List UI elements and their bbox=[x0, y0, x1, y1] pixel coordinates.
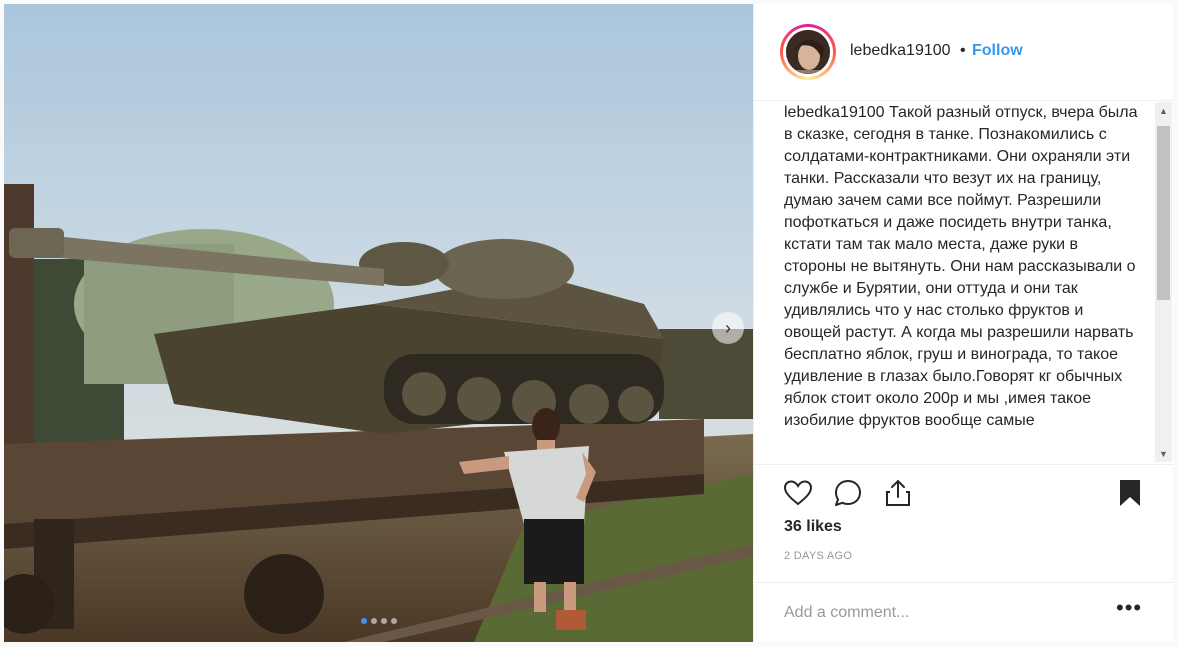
carousel-dot bbox=[380, 618, 387, 624]
scroll-up-arrow-icon[interactable]: ▲ bbox=[1155, 102, 1172, 119]
caption-username[interactable]: lebedka19100 bbox=[784, 104, 885, 121]
instagram-post-window: › lebedka19100 • Follow lebedka19100 Так… bbox=[0, 0, 1178, 647]
caption-scrollbar[interactable]: ▲ ▼ bbox=[1155, 102, 1172, 462]
username-link[interactable]: lebedka19100 bbox=[850, 42, 951, 60]
bookmark-icon[interactable] bbox=[1114, 477, 1146, 509]
chevron-right-icon: › bbox=[725, 317, 731, 338]
photo-illustration bbox=[4, 4, 753, 642]
likes-count[interactable]: 36 likes bbox=[784, 518, 842, 536]
carousel-indicators bbox=[4, 618, 753, 624]
follow-button[interactable]: Follow bbox=[972, 42, 1023, 60]
comment-bubble-icon[interactable] bbox=[832, 477, 864, 509]
post-side-panel: lebedka19100 • Follow lebedka19100 Такой… bbox=[753, 4, 1173, 642]
comment-bar: ••• bbox=[754, 582, 1173, 643]
scrollbar-thumb[interactable] bbox=[1157, 126, 1170, 300]
carousel-dot bbox=[360, 618, 367, 624]
share-upload-icon[interactable] bbox=[882, 477, 914, 509]
avatar-border bbox=[783, 27, 833, 77]
post-header: lebedka19100 • Follow bbox=[754, 4, 1173, 101]
avatar[interactable] bbox=[780, 24, 836, 80]
carousel-dot bbox=[390, 618, 397, 624]
caption-scroll-area[interactable]: lebedka19100 Такой разный отпуск, вчера … bbox=[784, 102, 1142, 461]
comment-input[interactable] bbox=[782, 601, 1106, 625]
scroll-down-arrow-icon[interactable]: ▼ bbox=[1155, 445, 1172, 462]
post-date[interactable]: 2 DAYS AGO bbox=[784, 550, 852, 562]
action-bar bbox=[754, 464, 1173, 517]
carousel-dot bbox=[370, 618, 377, 624]
heart-icon[interactable] bbox=[782, 477, 814, 509]
caption-text: Такой разный отпуск, вчера была в сказке… bbox=[784, 104, 1138, 429]
avatar-image bbox=[786, 30, 830, 74]
post-photo[interactable]: › bbox=[4, 4, 753, 642]
separator-dot: • bbox=[960, 42, 966, 59]
more-options-icon[interactable]: ••• bbox=[1116, 597, 1142, 619]
avatar-portrait bbox=[786, 30, 830, 74]
carousel-next-button[interactable]: › bbox=[712, 312, 744, 344]
